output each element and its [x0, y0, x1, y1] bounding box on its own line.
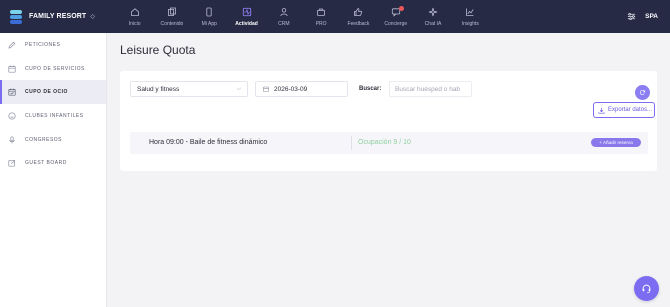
nav-label: Concierge	[384, 20, 408, 27]
search-input[interactable]	[389, 81, 472, 97]
nav-item-inicio[interactable]: Inicio	[116, 0, 153, 33]
bag-icon	[316, 7, 326, 17]
nav-item-actividad[interactable]: Actividad	[228, 0, 265, 33]
download-icon	[598, 107, 605, 114]
page-title: Leisure Quota	[120, 43, 196, 57]
nav-label: PRO	[315, 20, 327, 27]
sidebar-item-guest-board[interactable]: GUEST BOARD	[0, 151, 106, 175]
sidebar-item-peticiones[interactable]: PETICIONES	[0, 33, 106, 57]
divider	[351, 136, 352, 150]
add-booking-button[interactable]: + Añadir reserva	[591, 138, 641, 147]
users-icon	[279, 7, 289, 17]
chart-icon	[465, 7, 475, 17]
topbar-right: SPA	[627, 0, 658, 33]
activity-icon	[242, 7, 252, 17]
search-label: Buscar:	[359, 86, 382, 92]
location-selector[interactable]: SPA	[645, 13, 658, 20]
sidebar-item-label: CUPO DE SERVICIOS	[25, 65, 85, 72]
sidebar: PETICIONES CUPO DE SERVICIOS CUPO DE OCI…	[0, 33, 107, 307]
nav-label: Contenido	[160, 20, 184, 27]
content-icon	[167, 7, 177, 17]
nav-label: Insights	[461, 20, 479, 27]
sidebar-item-label: CONGRESOS	[25, 136, 63, 143]
thumbs-up-icon	[353, 7, 363, 17]
refresh-button[interactable]	[635, 85, 650, 100]
nav-label: Mi App	[201, 20, 217, 27]
nav-label: Chat IA	[424, 20, 442, 27]
top-navbar: FAMILY RESORT ◇ Inicio Contenido Mi App …	[0, 0, 670, 33]
brand-name: FAMILY RESORT	[29, 13, 87, 20]
sidebar-item-label: CLUBES INFANTILES	[25, 112, 84, 119]
date-picker[interactable]: 2026-03-09	[255, 81, 348, 97]
nav-item-crm[interactable]: CRM	[265, 0, 302, 33]
sidebar-item-congresos[interactable]: CONGRESOS	[0, 128, 106, 152]
nav-item-contenido[interactable]: Contenido	[153, 0, 190, 33]
nav-label: Actividad	[235, 20, 258, 27]
sidebar-item-cupo-de-servicios[interactable]: CUPO DE SERVICIOS	[0, 57, 106, 81]
sidebar-item-cupo-de-ocio[interactable]: CUPO DE OCIO	[0, 80, 106, 105]
calendar-check-icon	[8, 88, 16, 96]
notification-badge	[399, 6, 405, 11]
nav-label: CRM	[278, 20, 290, 27]
nav-item-chat-ia[interactable]: Chat IA	[414, 0, 451, 33]
home-icon	[130, 7, 140, 17]
refresh-icon	[639, 89, 646, 96]
export-label: Exportar datos...	[608, 107, 653, 113]
export-button[interactable]: Exportar datos...	[593, 102, 655, 118]
main-nav: Inicio Contenido Mi App Actividad CRM PR…	[116, 0, 489, 33]
edit-icon	[8, 159, 16, 167]
date-value: 2026-03-09	[274, 85, 308, 93]
nav-item-pro[interactable]: PRO	[302, 0, 339, 33]
nav-label: Feedback	[347, 20, 370, 27]
nav-item-mi-app[interactable]: Mi App	[191, 0, 228, 33]
brand-logo	[10, 9, 22, 24]
sparkle-icon	[428, 7, 438, 17]
activity-title: Hora 09:00 - Baile de fitness dinámico	[149, 139, 268, 146]
nav-item-concierge[interactable]: Concierge	[377, 0, 414, 33]
category-select[interactable]: Salud y fitness ⌵	[130, 81, 248, 97]
brand-switcher[interactable]: FAMILY RESORT ◇	[0, 0, 120, 33]
chevron-icon: ◇	[90, 14, 95, 20]
chevron-down-icon: ⌵	[236, 86, 241, 92]
sidebar-item-label: GUEST BOARD	[25, 160, 67, 167]
sliders-icon[interactable]	[627, 12, 636, 21]
support-chat-button[interactable]	[634, 276, 659, 301]
occupancy-status: Ocupación 9 / 10	[358, 139, 411, 146]
sidebar-item-label: PETICIONES	[25, 41, 61, 48]
mic-icon	[8, 136, 16, 144]
pencil-icon	[8, 41, 16, 49]
phone-icon	[204, 7, 214, 17]
calendar-icon	[263, 86, 274, 92]
nav-item-feedback[interactable]: Feedback	[340, 0, 377, 33]
smile-icon	[8, 112, 16, 120]
headset-icon	[642, 284, 651, 294]
sidebar-item-label: CUPO DE OCIO	[25, 89, 68, 96]
calendar-icon	[8, 65, 16, 73]
sidebar-item-clubes-infantiles[interactable]: CLUBES INFANTILES	[0, 104, 106, 128]
nav-label: Inicio	[128, 20, 141, 27]
quota-card: Salud y fitness ⌵ 2026-03-09 Buscar: Exp…	[120, 71, 657, 171]
list-item: Hora 09:00 - Baile de fitness dinámico O…	[130, 132, 648, 154]
category-select-value: Salud y fitness	[137, 85, 180, 93]
nav-item-insights[interactable]: Insights	[452, 0, 489, 33]
